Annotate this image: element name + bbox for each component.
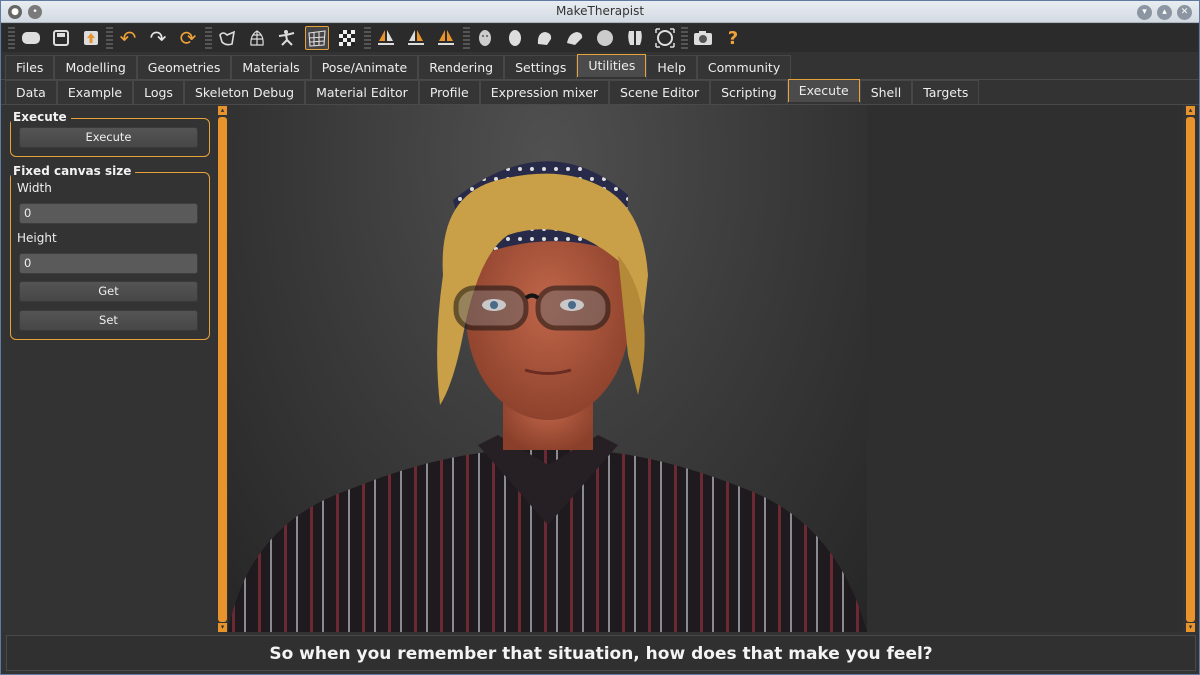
canvas-size-group-title: Fixed canvas size [11,164,136,178]
sphere-icon[interactable] [593,26,617,50]
subtab-example[interactable]: Example [56,80,134,104]
height-label: Height [17,231,57,245]
help-icon[interactable]: ? [721,26,745,50]
maximize-icon[interactable]: ▴ [1157,5,1172,20]
execute-button[interactable]: Execute [19,127,198,148]
tab-files[interactable]: Files [5,55,55,79]
undo-icon[interactable]: ↶ [116,26,140,50]
right-scroll-up-icon[interactable]: ▴ [1186,106,1195,115]
reset-icon[interactable]: ⟳ [176,26,200,50]
subtab-logs[interactable]: Logs [133,80,184,104]
smooth-icon[interactable] [215,26,239,50]
height-field[interactable]: 0 [19,253,198,274]
right-panel [867,105,1183,632]
tab-materials[interactable]: Materials [231,55,311,79]
width-field[interactable]: 0 [19,203,198,224]
tab-modelling[interactable]: Modelling [54,55,137,79]
app-window: ● • MakeTherapist ▾ ▴ ✕ ↶ ↷ ⟳ ? Files Mo… [0,0,1200,675]
set-button[interactable]: Set [19,310,198,331]
subtab-skeleton-debug[interactable]: Skeleton Debug [183,80,306,104]
front-view-icon[interactable] [374,26,398,50]
3d-viewport[interactable] [228,105,867,632]
tab-utilities[interactable]: Utilities [577,54,647,77]
export-icon[interactable] [79,26,103,50]
wireframe-icon[interactable] [245,26,269,50]
hand-icon[interactable] [563,26,587,50]
toolbar-separator [681,27,688,49]
subtab-scripting[interactable]: Scripting [710,80,788,104]
toolbar-separator [364,27,371,49]
tab-pose-animate[interactable]: Pose/Animate [310,55,419,79]
left-scroll-down-icon[interactable]: ▾ [218,623,227,632]
left-panel: Execute Execute Fixed canvas size Width … [5,105,215,632]
toolbar: ↶ ↷ ⟳ ? [2,24,1198,52]
subtab-expression-mixer[interactable]: Expression mixer [479,80,610,104]
save-icon[interactable] [49,26,73,50]
redo-icon[interactable]: ↷ [146,26,170,50]
tab-geometries[interactable]: Geometries [136,55,232,79]
checker-icon[interactable] [335,26,359,50]
get-button[interactable]: Get [19,281,198,302]
subtab-profile[interactable]: Profile [418,80,480,104]
shoulder-icon[interactable] [533,26,557,50]
title-bar: ● • MakeTherapist ▾ ▴ ✕ [1,1,1199,23]
tab-rendering[interactable]: Rendering [418,55,505,79]
left-view-icon[interactable] [434,26,458,50]
left-scroll-up-icon[interactable]: ▴ [218,106,227,115]
minimize-icon[interactable]: ▾ [1137,5,1152,20]
subtab-data[interactable]: Data [5,80,57,104]
grid-icon[interactable] [305,26,329,50]
toolbar-grip [8,27,15,49]
subtab-targets[interactable]: Targets [912,80,980,104]
width-label: Width [17,181,52,195]
right-scroll-down-icon[interactable]: ▾ [1186,623,1195,632]
head-icon[interactable] [503,26,527,50]
frame-icon[interactable] [653,26,677,50]
toolbar-separator [205,27,212,49]
subtab-shell[interactable]: Shell [859,80,913,104]
left-scrollbar[interactable] [218,117,227,622]
sub-tabs: Data Example Logs Skeleton Debug Material Ed… [5,79,980,104]
main-tabs: Files Modelling Geometries Materials Pose/An… [5,54,792,79]
canvas-size-group: Fixed canvas size Width 0 Height 0 Get S… [10,164,210,340]
back-view-icon[interactable] [404,26,428,50]
tab-community[interactable]: Community [696,55,792,79]
right-scrollbar[interactable] [1186,117,1195,622]
body-icon[interactable] [623,26,647,50]
toolbar-separator [106,27,113,49]
toolbar-separator [463,27,470,49]
file-new-icon[interactable] [19,26,43,50]
subtab-scene-editor[interactable]: Scene Editor [609,80,711,104]
face-icon[interactable] [473,26,497,50]
subtab-execute[interactable]: Execute [787,79,860,102]
tab-settings[interactable]: Settings [504,55,578,79]
camera-icon[interactable] [691,26,715,50]
pose-icon[interactable] [275,26,299,50]
execute-group-title: Execute [11,110,71,124]
status-bar: So when you remember that situation, how… [6,635,1196,671]
tab-help[interactable]: Help [646,55,697,79]
execute-group: Execute Execute [10,110,210,157]
window-title: MakeTherapist [555,4,645,18]
status-message: So when you remember that situation, how… [269,644,933,664]
subtab-material-editor[interactable]: Material Editor [305,80,419,104]
close-icon[interactable]: ✕ [1177,5,1192,20]
avatar-render [228,161,867,632]
